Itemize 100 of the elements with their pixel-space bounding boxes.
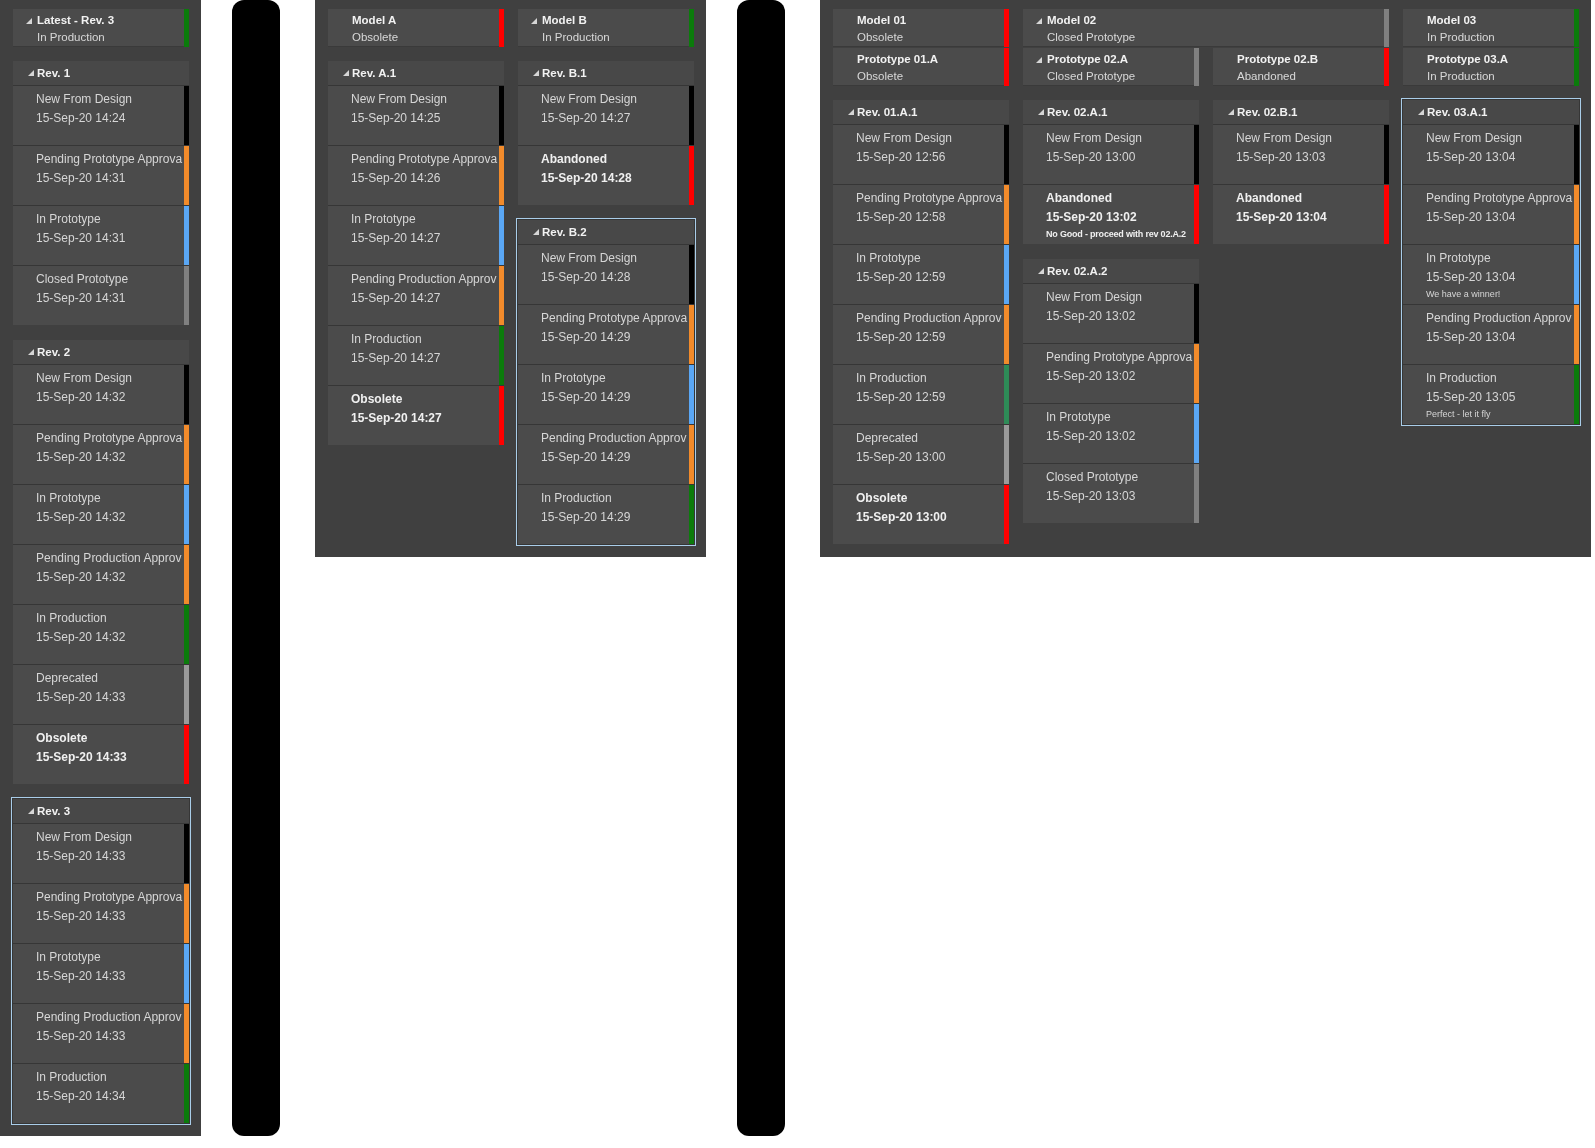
state-entry[interactable]: New From Design 15-Sep-20 13:03: [1213, 125, 1389, 184]
caret-icon[interactable]: [848, 109, 854, 115]
caret-icon[interactable]: [26, 18, 32, 24]
state-entry[interactable]: In Prototype 15-Sep-20 14:33: [13, 944, 189, 1003]
caret-icon[interactable]: [531, 18, 537, 24]
state-entry[interactable]: Pending Prototype Approva 15-Sep-20 13:02: [1023, 344, 1199, 403]
state-entry[interactable]: Abandoned 15-Sep-20 13:02 No Good - proceed with rev 02.A.2: [1023, 185, 1199, 244]
state-entry[interactable]: New From Design 15-Sep-20 14:32: [13, 365, 189, 424]
state-label: New From Design: [1046, 130, 1143, 147]
revision-group[interactable]: Rev. 3 New From Design 15-Sep-20 14:33 Pending Prototype Approva 15-Sep-20 14:33 In Prototype 15-Sep-20 14:33 Pending Production Approv 15-Sep-20 14:33 In Production 15-Sep-20 14:34: [11, 797, 191, 1125]
model-card[interactable]: Model B In Production: [518, 9, 694, 47]
state-entry[interactable]: New From Design 15-Sep-20 13:02: [1023, 284, 1199, 343]
state-entry[interactable]: Deprecated 15-Sep-20 13:00: [833, 425, 1009, 484]
status-label: Closed Prototype: [1047, 69, 1136, 84]
caret-icon[interactable]: [28, 808, 34, 814]
caret-icon[interactable]: [1036, 18, 1042, 24]
revision-group[interactable]: Rev. 02.A.1 New From Design 15-Sep-20 13:00 Abandoned 15-Sep-20 13:02 No Good - proceed with rev 02.A.2: [1023, 100, 1199, 244]
model-card[interactable]: Latest - Rev. 3 In Production: [13, 9, 189, 47]
revision-title: Rev. 02.B.1: [1237, 106, 1298, 118]
state-entry[interactable]: Abandoned 15-Sep-20 13:04: [1213, 185, 1389, 244]
state-entry[interactable]: New From Design 15-Sep-20 14:27: [518, 86, 694, 145]
revision-group[interactable]: Rev. 02.A.2 New From Design 15-Sep-20 13:02 Pending Prototype Approva 15-Sep-20 13:02 In Prototype 15-Sep-20 13:02 Closed Prototype 15-Sep-20 13:03: [1023, 259, 1199, 523]
state-entry[interactable]: In Production 15-Sep-20 14:32: [13, 605, 189, 664]
timestamp: 15-Sep-20 14:32: [36, 389, 126, 406]
prototype-card[interactable]: Prototype 01.A Obsolete: [833, 48, 1009, 86]
timestamp: 15-Sep-20 13:04: [1426, 329, 1516, 346]
revision-group[interactable]: Rev. B.2 New From Design 15-Sep-20 14:28 Pending Prototype Approva 15-Sep-20 14:29 In Prototype 15-Sep-20 14:29 Pending Production Approv 15-Sep-20 14:29 In Production 15-Sep-20 14:29: [516, 218, 696, 546]
model-card[interactable]: Model 01 Obsolete: [833, 9, 1009, 47]
caret-icon[interactable]: [533, 229, 539, 235]
caret-icon[interactable]: [343, 70, 349, 76]
state-entry[interactable]: New From Design 15-Sep-20 14:28: [518, 245, 694, 304]
state-entry[interactable]: In Production 15-Sep-20 12:59: [833, 365, 1009, 424]
state-label: Pending Prototype Approva: [541, 310, 688, 327]
state-entry[interactable]: New From Design 15-Sep-20 14:25: [328, 86, 504, 145]
prototype-card[interactable]: Prototype 03.A In Production: [1403, 48, 1579, 86]
state-entry[interactable]: In Production 15-Sep-20 14:27: [328, 326, 504, 385]
state-entry[interactable]: In Prototype 15-Sep-20 14:27: [328, 206, 504, 265]
state-entry[interactable]: Pending Prototype Approva 15-Sep-20 14:29: [518, 305, 694, 364]
state-entry[interactable]: Pending Production Approv 15-Sep-20 14:33: [13, 1004, 189, 1063]
state-entry[interactable]: Pending Prototype Approva 15-Sep-20 14:26: [328, 146, 504, 205]
timestamp: 15-Sep-20 13:00: [856, 449, 946, 466]
state-entry[interactable]: In Prototype 15-Sep-20 13:04 We have a winner!: [1403, 245, 1579, 304]
revision-group[interactable]: [328, 61, 504, 445]
state-entry[interactable]: Pending Production Approv 15-Sep-20 14:29: [518, 425, 694, 484]
state-entry[interactable]: Pending Prototype Approva 15-Sep-20 14:32: [13, 425, 189, 484]
state-entry[interactable]: In Production 15-Sep-20 14:29: [518, 485, 694, 544]
status-label: Obsolete: [857, 30, 904, 45]
state-entry[interactable]: Closed Prototype 15-Sep-20 13:03: [1023, 464, 1199, 523]
state-entry[interactable]: New From Design 15-Sep-20 13:04: [1403, 125, 1579, 184]
state-entry[interactable]: Obsolete 15-Sep-20 14:33: [13, 725, 189, 784]
state-entry[interactable]: Deprecated 15-Sep-20 14:33: [13, 665, 189, 724]
state-entry[interactable]: In Prototype 15-Sep-20 14:31: [13, 206, 189, 265]
state-entry[interactable]: Pending Prototype Approva 15-Sep-20 14:31: [13, 146, 189, 205]
caret-icon[interactable]: [533, 70, 539, 76]
state-entry[interactable]: Pending Prototype Approva 15-Sep-20 13:04: [1403, 185, 1579, 244]
revision-group[interactable]: Rev. B.1 New From Design 15-Sep-20 14:27 Abandoned 15-Sep-20 14:28: [518, 61, 694, 205]
caret-icon[interactable]: [1036, 57, 1042, 63]
state-entry[interactable]: Closed Prototype 15-Sep-20 14:31: [13, 266, 189, 325]
caret-icon[interactable]: [28, 70, 34, 76]
prototype-card[interactable]: Prototype 02.A Closed Prototype: [1023, 48, 1199, 86]
state-label: In Prototype: [1426, 250, 1491, 267]
state-entry[interactable]: Obsolete 15-Sep-20 13:00: [833, 485, 1009, 544]
state-entry[interactable]: In Production 15-Sep-20 14:34: [13, 1064, 189, 1123]
revision-group[interactable]: [1401, 98, 1581, 426]
timestamp: 15-Sep-20 13:03: [1236, 149, 1326, 166]
state-entry[interactable]: In Production 15-Sep-20 13:05 Perfect - let it fly: [1403, 365, 1579, 424]
state-entry[interactable]: Pending Prototype Approva 15-Sep-20 14:33: [13, 884, 189, 943]
revision-group[interactable]: [833, 100, 1009, 544]
model-title: Model 03: [1427, 13, 1477, 28]
timestamp: 15-Sep-20 13:04: [1426, 149, 1516, 166]
revision-group[interactable]: Rev. 1 New From Design 15-Sep-20 14:24 Pending Prototype Approva 15-Sep-20 14:31 In Prototype 15-Sep-20 14:31 Closed Prototype 15-Sep-20 14:31: [13, 61, 189, 325]
status-label: In Production: [1427, 69, 1495, 84]
state-entry[interactable]: New From Design 15-Sep-20 12:56: [833, 125, 1009, 184]
state-entry[interactable]: New From Design 15-Sep-20 14:33: [13, 824, 189, 883]
model-card[interactable]: Model A Obsolete: [328, 9, 504, 47]
caret-icon[interactable]: [1418, 109, 1424, 115]
prototype-card[interactable]: Prototype 02.B Abandoned: [1213, 48, 1389, 86]
state-label: New From Design: [351, 91, 448, 108]
state-entry[interactable]: Obsolete 15-Sep-20 14:27: [328, 386, 504, 445]
state-entry[interactable]: Pending Production Approv 15-Sep-20 13:04: [1403, 305, 1579, 364]
state-entry[interactable]: New From Design 15-Sep-20 14:24: [13, 86, 189, 145]
state-entry[interactable]: In Prototype 15-Sep-20 13:02: [1023, 404, 1199, 463]
state-entry[interactable]: Pending Production Approv 15-Sep-20 14:27: [328, 266, 504, 325]
caret-icon[interactable]: [28, 349, 34, 355]
state-entry[interactable]: Pending Prototype Approva 15-Sep-20 12:58: [833, 185, 1009, 244]
state-entry[interactable]: New From Design 15-Sep-20 13:00: [1023, 125, 1199, 184]
state-entry[interactable]: Abandoned 15-Sep-20 14:28: [518, 146, 694, 205]
caret-icon[interactable]: [1228, 109, 1234, 115]
revision-group[interactable]: [13, 340, 189, 784]
state-entry[interactable]: Pending Production Approv 15-Sep-20 14:32: [13, 545, 189, 604]
state-entry[interactable]: In Prototype 15-Sep-20 14:29: [518, 365, 694, 424]
model-card[interactable]: Model 02 Closed Prototype: [1023, 9, 1389, 47]
caret-icon[interactable]: [1038, 109, 1044, 115]
model-card[interactable]: Model 03 In Production: [1403, 9, 1579, 47]
state-entry[interactable]: In Prototype 15-Sep-20 14:32: [13, 485, 189, 544]
state-entry[interactable]: In Prototype 15-Sep-20 12:59: [833, 245, 1009, 304]
state-entry[interactable]: Pending Production Approv 15-Sep-20 12:59: [833, 305, 1009, 364]
revision-group[interactable]: Rev. 02.B.1 New From Design 15-Sep-20 13:03 Abandoned 15-Sep-20 13:04: [1213, 100, 1389, 244]
caret-icon[interactable]: [1038, 268, 1044, 274]
state-label: Pending Prototype Approva: [1426, 190, 1573, 207]
